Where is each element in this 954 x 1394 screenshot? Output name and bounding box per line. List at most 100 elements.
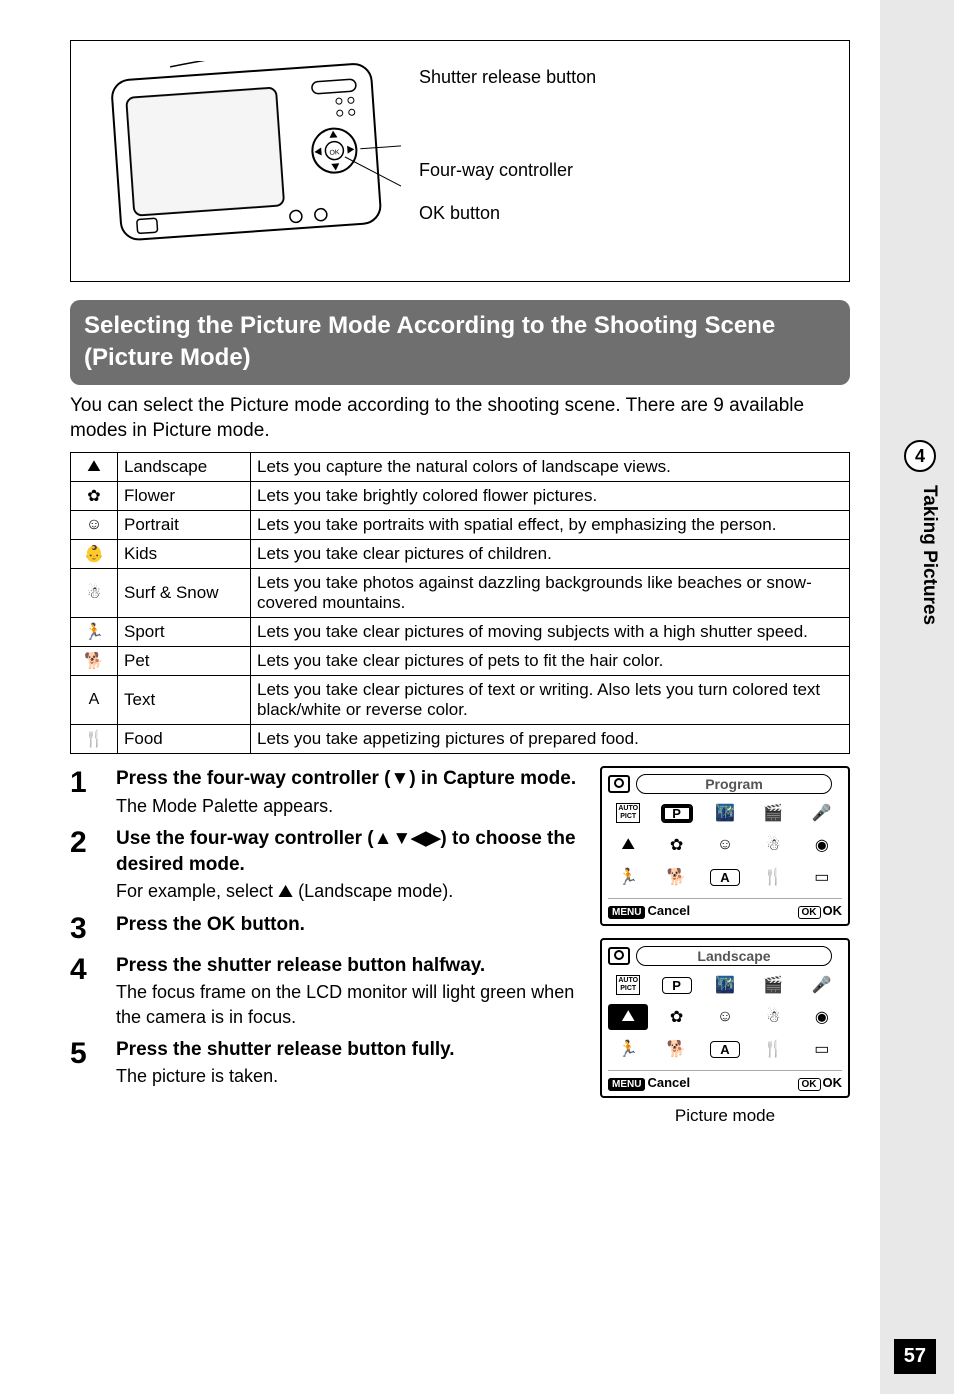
callout-fourway: Four-way controller — [419, 160, 573, 180]
sport-icon[interactable]: 🏃 — [608, 864, 648, 890]
flower-icon[interactable]: ✿ — [656, 1004, 696, 1030]
night-icon[interactable]: 🌃 — [705, 972, 745, 998]
step-desc: The picture is taken. — [116, 1064, 586, 1088]
ok-button[interactable]: OK — [798, 906, 821, 919]
ok-label: OK — [823, 1075, 843, 1090]
text-icon[interactable]: A — [705, 864, 745, 890]
modes-table: ⛰LandscapeLets you capture the natural c… — [70, 452, 850, 754]
mode-name: Flower — [118, 482, 251, 511]
mode-name: Landscape — [118, 453, 251, 482]
menu-button[interactable]: MENU — [608, 1078, 645, 1091]
chapter-badge: 4 — [904, 440, 936, 472]
pet-icon[interactable]: 🐕 — [656, 1036, 696, 1062]
autopict-icon: AUTOPICT — [616, 803, 640, 823]
page-number: 57 — [894, 1339, 936, 1374]
step: 5Press the shutter release button fully.… — [70, 1037, 586, 1089]
mode-icon: ☺ — [71, 511, 118, 540]
mode-name: Surf & Snow — [118, 569, 251, 618]
menu-button[interactable]: MENU — [608, 906, 645, 919]
soft-icon[interactable]: ◉ — [802, 1004, 842, 1030]
step-number: 2 — [70, 826, 116, 904]
frame-icon[interactable]: ▭ — [802, 1036, 842, 1062]
sport-icon[interactable]: 🏃 — [608, 1036, 648, 1062]
frame-icon[interactable]: ▭ — [802, 864, 842, 890]
camera-diagram: OK — [70, 40, 850, 282]
portrait-icon[interactable]: ☺ — [705, 832, 745, 858]
step-number: 3 — [70, 912, 116, 945]
step: 4Press the shutter release button halfwa… — [70, 953, 586, 1029]
step-title: Press the shutter release button fully. — [116, 1037, 586, 1063]
callout-ok: OK button — [419, 203, 500, 223]
mode-icon: ⛰ — [71, 453, 118, 482]
movie-icon[interactable]: 🎬 — [753, 800, 793, 826]
flower-icon[interactable]: ✿ — [656, 832, 696, 858]
mode-desc: Lets you take clear pictures of moving s… — [251, 618, 850, 647]
food-icon[interactable]: 🍴 — [753, 864, 793, 890]
voice-icon[interactable]: 🎤 — [802, 972, 842, 998]
step-number: 5 — [70, 1037, 116, 1089]
mode-name: Text — [118, 676, 251, 725]
screen-landscape-title: Landscape — [636, 946, 832, 966]
svg-text:OK: OK — [329, 149, 340, 157]
mode-desc: Lets you take appetizing pictures of pre… — [251, 725, 850, 754]
table-row: ⛰LandscapeLets you capture the natural c… — [71, 453, 850, 482]
ok-button[interactable]: OK — [798, 1078, 821, 1091]
step: 3Press the OK button. — [70, 912, 586, 945]
mode-icon: 👶 — [71, 540, 118, 569]
screen-landscape: Landscape AUTOPICT P 🌃 🎬 🎤 ⛰ ✿ ☺ ☃ ◉ 🏃 — [600, 938, 850, 1098]
callout-shutter: Shutter release button — [419, 67, 596, 87]
sidebar-label: Taking Pictures — [918, 485, 940, 625]
intro-text: You can select the Picture mode accordin… — [70, 393, 850, 444]
autopict-icon: AUTOPICT — [616, 975, 640, 995]
step: 1Press the four-way controller (▼) in Ca… — [70, 766, 586, 818]
step-title: Press the four-way controller (▼) in Cap… — [116, 766, 586, 792]
camera-icon — [608, 947, 630, 965]
ok-label: OK — [823, 903, 843, 918]
mode-p-icon[interactable]: P — [661, 804, 693, 823]
portrait-icon[interactable]: ☺ — [705, 1004, 745, 1030]
mode-desc: Lets you take clear pictures of text or … — [251, 676, 850, 725]
night-icon[interactable]: 🌃 — [705, 800, 745, 826]
mode-name: Sport — [118, 618, 251, 647]
mode-p-icon[interactable]: P — [662, 977, 692, 994]
step-number: 4 — [70, 953, 116, 1029]
mode-desc: Lets you take brightly colored flower pi… — [251, 482, 850, 511]
table-row: ☺PortraitLets you take portraits with sp… — [71, 511, 850, 540]
pet-icon[interactable]: 🐕 — [656, 864, 696, 890]
landscape-icon[interactable]: ⛰ — [608, 832, 648, 858]
step-title: Press the shutter release button halfway… — [116, 953, 586, 979]
mode-desc: Lets you take clear pictures of pets to … — [251, 647, 850, 676]
camera-icon — [608, 775, 630, 793]
steps-list: 1Press the four-way controller (▼) in Ca… — [70, 766, 586, 1097]
mode-desc: Lets you take clear pictures of children… — [251, 540, 850, 569]
snow-icon[interactable]: ☃ — [753, 832, 793, 858]
mode-icon: ✿ — [71, 482, 118, 511]
step-desc: The focus frame on the LCD monitor will … — [116, 980, 586, 1029]
table-row: 🐕PetLets you take clear pictures of pets… — [71, 647, 850, 676]
text-icon[interactable]: A — [705, 1036, 745, 1062]
cancel-label: Cancel — [647, 1075, 690, 1090]
mode-icon: 🏃 — [71, 618, 118, 647]
screen-program-title: Program — [636, 774, 832, 794]
table-row: 🍴FoodLets you take appetizing pictures o… — [71, 725, 850, 754]
voice-icon[interactable]: 🎤 — [802, 800, 842, 826]
step-desc: For example, select ⛰ (Landscape mode). — [116, 879, 586, 903]
mode-name: Pet — [118, 647, 251, 676]
mode-name: Food — [118, 725, 251, 754]
mode-icon: 🐕 — [71, 647, 118, 676]
landscape-icon-selected[interactable]: ⛰ — [608, 1004, 648, 1030]
food-icon[interactable]: 🍴 — [753, 1036, 793, 1062]
picture-mode-label: Picture mode — [600, 1106, 850, 1126]
step-title: Use the four-way controller (▲▼◀▶) to ch… — [116, 826, 586, 877]
snow-icon[interactable]: ☃ — [753, 1004, 793, 1030]
movie-icon[interactable]: 🎬 — [753, 972, 793, 998]
mode-name: Portrait — [118, 511, 251, 540]
mode-icon: 🍴 — [71, 725, 118, 754]
step: 2Use the four-way controller (▲▼◀▶) to c… — [70, 826, 586, 904]
camera-illustration: OK — [91, 61, 401, 261]
mode-icon: A — [71, 676, 118, 725]
step-desc: The Mode Palette appears. — [116, 794, 586, 818]
screen-program: Program AUTOPICT P 🌃 🎬 🎤 ⛰ ✿ ☺ ☃ ◉ 🏃 — [600, 766, 850, 926]
soft-icon[interactable]: ◉ — [802, 832, 842, 858]
mode-desc: Lets you take photos against dazzling ba… — [251, 569, 850, 618]
